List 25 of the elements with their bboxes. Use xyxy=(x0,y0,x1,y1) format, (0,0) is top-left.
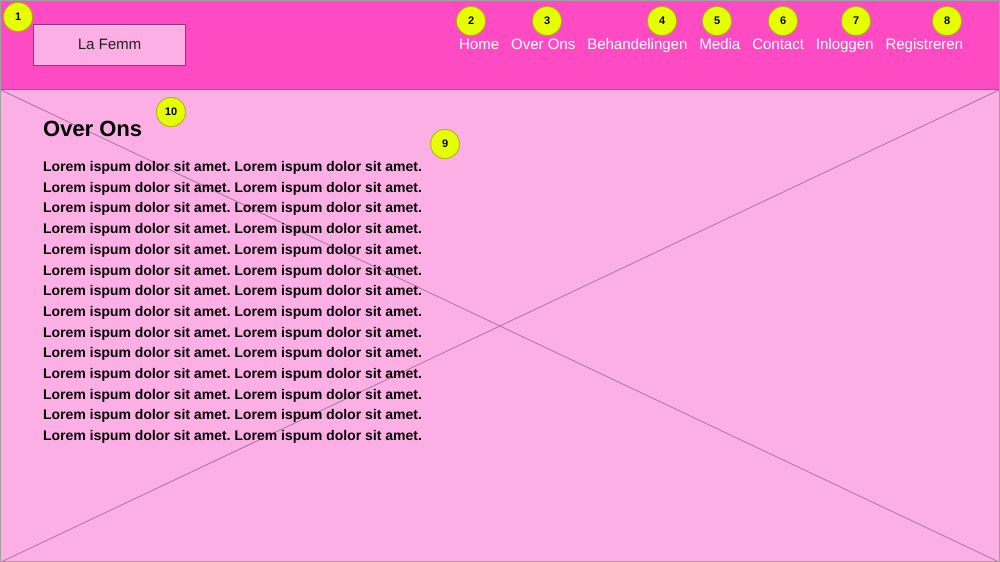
body-text-line: Lorem ispum dolor sit amet. Lorem ispum dolor sit amet. xyxy=(43,405,422,424)
body-text-line: Lorem ispum dolor sit amet. Lorem ispum dolor sit amet. xyxy=(43,364,422,384)
annotation-marker: 9 xyxy=(430,129,460,159)
body-text-line: Lorem ispum dolor sit amet. Lorem ispum dolor sit amet. xyxy=(43,322,422,342)
body-text-line: Lorem ispum dolor sit amet. Lorem ispum dolor sit amet. xyxy=(43,281,422,300)
body-text-line: Lorem ispum dolor sit amet. Lorem ispum dolor sit amet. xyxy=(43,260,422,280)
body-text-line: Lorem ispum dolor sit amet. Lorem ispum dolor sit amet. xyxy=(43,302,422,321)
body-text-line: Lorem ispum dolor sit amet. Lorem ispum dolor sit amet. xyxy=(43,384,422,404)
body-text-line: Lorem ispum dolor sit amet. Lorem ispum dolor sit amet. xyxy=(43,426,422,446)
nav-link[interactable]: Media xyxy=(699,34,740,56)
body-text-line: Lorem ispum dolor sit amet. Lorem ispum dolor sit amet. xyxy=(43,198,422,218)
nav-link[interactable]: Inloggen xyxy=(816,34,874,56)
body-text-line: Lorem ispum dolor sit amet. Lorem ispum dolor sit amet. xyxy=(43,343,422,362)
nav-link[interactable]: Home xyxy=(459,34,500,56)
nav-link[interactable]: Contact xyxy=(752,34,804,56)
body-text-line: Lorem ispum dolor sit amet. Lorem ispum dolor sit amet. xyxy=(43,178,422,197)
body-text-line: Lorem ispum dolor sit amet. Lorem ispum dolor sit amet. xyxy=(43,219,422,238)
nav-link[interactable]: Over Ons xyxy=(511,34,576,56)
logo[interactable]: La Femm xyxy=(33,24,186,66)
nav-link[interactable]: Registreren xyxy=(885,34,963,56)
page-title: Over Ons xyxy=(43,115,142,143)
annotation-marker: 10 xyxy=(156,97,186,127)
nav-link[interactable]: Behandelingen xyxy=(587,34,688,56)
body-text-line: Lorem ispum dolor sit amet. Lorem ispum dolor sit amet. xyxy=(43,157,422,176)
body-text-line: Lorem ispum dolor sit amet. Lorem ispum dolor sit amet. xyxy=(43,240,422,259)
